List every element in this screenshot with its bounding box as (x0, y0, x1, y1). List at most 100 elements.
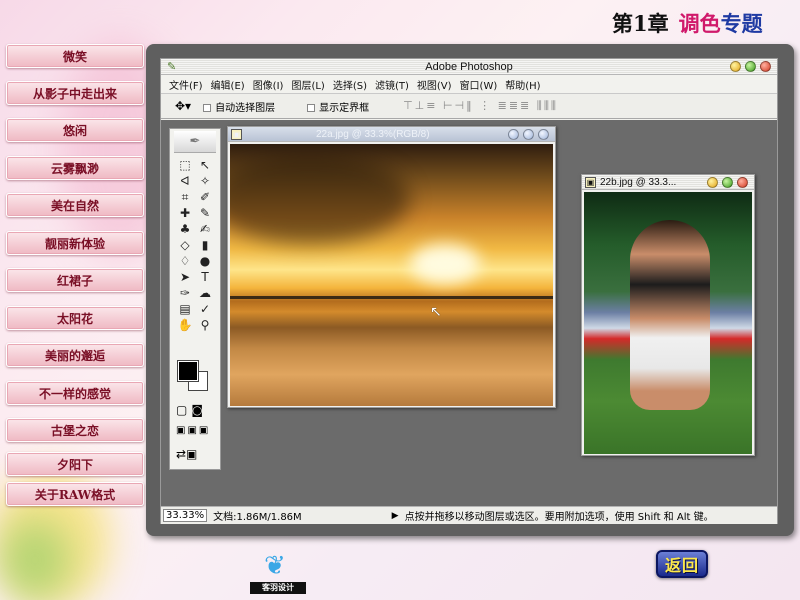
nav-item-sunset[interactable]: 夕阳下 (6, 452, 144, 476)
move-tool-preset-icon[interactable]: ✥▾ (175, 99, 191, 113)
auto-select-check-icon[interactable] (203, 103, 212, 112)
nav-item-out-of-shadow[interactable]: 从影子中走出来 (6, 81, 144, 105)
document-window-portrait[interactable]: ▣ 22b.jpg @ 33.3... (581, 174, 755, 456)
slice-tool-icon[interactable]: ✐ (195, 189, 215, 205)
pen-tool-icon[interactable]: ✑ (175, 285, 195, 301)
nav-item-nature[interactable]: 美在自然 (6, 193, 144, 217)
marquee-tool-icon[interactable]: ⬚ (175, 157, 195, 173)
doc1-minimize-icon[interactable] (508, 129, 519, 140)
app-titlebar: ✎ Adobe Photoshop (161, 59, 777, 75)
doc1-title: 22a.jpg @ 33.3%(RGB/8) (316, 128, 430, 140)
doc2-title: 22b.jpg @ 33.3... (600, 176, 677, 188)
status-arrow-icon[interactable]: ▶ (392, 511, 399, 521)
foreground-color-swatch[interactable] (177, 360, 199, 382)
menu-bar: 文件(F) 编辑(E) 图像(I) 图层(L) 选择(S) 滤镜(T) 视图(V… (161, 76, 777, 92)
options-bar: ✥▾ 自动选择图层 显示定界框 ⊤⊥≡ ⊢⊣‖ ⋮ ≣≣≣ ⫼⫼⫼ (161, 93, 777, 119)
shape-tool-icon[interactable]: ☁ (195, 285, 215, 301)
notes-tool-icon[interactable]: ▤ (175, 301, 195, 317)
menu-view[interactable]: 视图(V) (413, 77, 456, 92)
auto-select-label: 自动选择图层 (215, 102, 276, 114)
type-tool-icon[interactable]: T (195, 269, 215, 285)
girl-figure (630, 220, 710, 410)
menu-edit[interactable]: 编辑(E) (207, 77, 249, 92)
zoom-level-field[interactable]: 33.33% (163, 509, 208, 522)
eraser-tool-icon[interactable]: ◇ (175, 237, 195, 253)
studio-logo: ❦ 客羽设计 (250, 552, 306, 596)
align-icons[interactable]: ⊤⊥≡ ⊢⊣‖ ⋮ ≣≣≣ ⫼⫼⫼ (403, 99, 558, 113)
logo-text: 客羽设计 (250, 582, 306, 594)
auto-select-checkbox[interactable]: 自动选择图层 (203, 99, 275, 114)
menu-window[interactable]: 窗口(W) (456, 77, 502, 92)
doc-size-info[interactable]: 文档:1.86M/1.86M (213, 508, 302, 523)
menu-help[interactable]: 帮助(H) (501, 77, 544, 92)
doc2-zoom-icon[interactable] (722, 177, 733, 188)
document-window-sunset[interactable]: ▣ 22a.jpg @ 33.3%(RGB/8) ↖ (227, 126, 556, 408)
nav-item-red-skirt[interactable]: 红裙子 (6, 268, 144, 292)
brush-tool-icon[interactable]: ✎ (195, 205, 215, 221)
chapter-topic-b: 专题 (720, 11, 763, 36)
hand-tool-icon[interactable]: ✋ (175, 317, 195, 333)
zoom-icon[interactable] (745, 61, 756, 72)
nav-item-mist[interactable]: 云雾飘渺 (6, 156, 144, 180)
show-bounds-check-icon[interactable] (307, 103, 316, 112)
screen-mode-icons[interactable]: ▣▣▣ (176, 425, 210, 436)
doc1-close-icon[interactable] (538, 129, 549, 140)
doc2-minimize-icon[interactable] (707, 177, 718, 188)
doc2-titlebar[interactable]: ▣ 22b.jpg @ 33.3... (582, 175, 754, 190)
minimize-icon[interactable] (730, 61, 741, 72)
doc-file-icon: ▣ (231, 129, 242, 140)
nav-item-leisure[interactable]: 悠闲 (6, 118, 144, 142)
return-button[interactable]: 返回 (656, 550, 708, 578)
show-bounds-checkbox[interactable]: 显示定界框 (307, 99, 369, 114)
feather-logo-icon: ✒ (174, 131, 216, 153)
menu-filter[interactable]: 滤镜(T) (371, 77, 413, 92)
path-select-icon[interactable]: ➤ (175, 269, 195, 285)
history-brush-icon[interactable]: ✍ (195, 221, 215, 237)
chapter-number: 第1章 (612, 11, 669, 36)
quick-mask-icons[interactable]: ▢◙ (176, 403, 207, 417)
jump-to-imageready-icon[interactable]: ⇄▣ (176, 447, 197, 461)
photoshop-window: ✎ Adobe Photoshop 文件(F) 编辑(E) 图像(I) 图层(L… (160, 58, 778, 524)
menu-file[interactable]: 文件(F) (165, 77, 207, 92)
healing-tool-icon[interactable]: ✚ (175, 205, 195, 221)
feather-icon: ✎ (167, 61, 177, 73)
menu-image[interactable]: 图像(I) (249, 77, 288, 92)
stamp-tool-icon[interactable]: ♣ (175, 221, 195, 237)
girl-garden-image (584, 192, 752, 454)
sunset-beach-image: ↖ (230, 144, 553, 406)
chapter-title: 第1章 调色专题 (612, 8, 763, 38)
close-icon[interactable] (760, 61, 771, 72)
tool-grid: ⬚ ↖ ᐊ ✧ ⌗ ✐ ✚ ✎ ♣ ✍ ◇ ▮ ♢ ● ➤ T ✑ ☁ ▤ ✓ ✋ ⚲ (175, 157, 215, 333)
doc1-titlebar[interactable]: ▣ 22a.jpg @ 33.3%(RGB/8) (228, 127, 555, 142)
nav-item-different[interactable]: 不一样的感觉 (6, 381, 144, 405)
doc2-close-icon[interactable] (737, 177, 748, 188)
workspace: ✒ ⬚ ↖ ᐊ ✧ ⌗ ✐ ✚ ✎ ♣ ✍ ◇ ▮ ♢ ● ➤ T ✑ ☁ ▤ ✓ ✋ ⚲ ▢◙ ▣▣… (161, 120, 777, 506)
chapter-topic-a: 调色 (678, 11, 721, 36)
move-tool-icon[interactable]: ↖ (195, 157, 215, 173)
zoom-tool-icon[interactable]: ⚲ (195, 317, 215, 333)
doc2-file-icon: ▣ (585, 177, 596, 188)
doc1-zoom-icon[interactable] (523, 129, 534, 140)
blur-tool-icon[interactable]: ♢ (175, 253, 195, 269)
background-leaf-blob (0, 520, 70, 600)
eyedropper-icon[interactable]: ✓ (195, 301, 215, 317)
status-hint: 点按并拖移以移动图层或选区。要用附加选项，使用 Shift 和 Alt 键。 (404, 512, 714, 523)
nav-item-castle[interactable]: 古堡之恋 (6, 418, 144, 442)
nav-item-encounter[interactable]: 美丽的邂逅 (6, 343, 144, 367)
nav-item-smile[interactable]: 微笑 (6, 44, 144, 68)
magic-wand-icon[interactable]: ✧ (195, 173, 215, 189)
menu-select[interactable]: 选择(S) (329, 77, 371, 92)
dodge-tool-icon[interactable]: ● (195, 253, 215, 269)
gradient-tool-icon[interactable]: ▮ (195, 237, 215, 253)
lasso-tool-icon[interactable]: ᐊ (175, 173, 195, 189)
nav-item-sunflower[interactable]: 太阳花 (6, 306, 144, 330)
app-title: Adobe Photoshop (425, 60, 513, 73)
sun-glow (410, 244, 480, 284)
nav-item-pretty[interactable]: 靓丽新体验 (6, 231, 144, 255)
crop-tool-icon[interactable]: ⌗ (175, 189, 195, 205)
cloud-shadow (230, 154, 410, 244)
butterfly-icon: ❦ (264, 551, 286, 581)
menu-layer[interactable]: 图层(L) (287, 77, 328, 92)
show-bounds-label: 显示定界框 (319, 102, 370, 114)
nav-item-raw-format[interactable]: 关于RAW格式 (6, 482, 144, 506)
